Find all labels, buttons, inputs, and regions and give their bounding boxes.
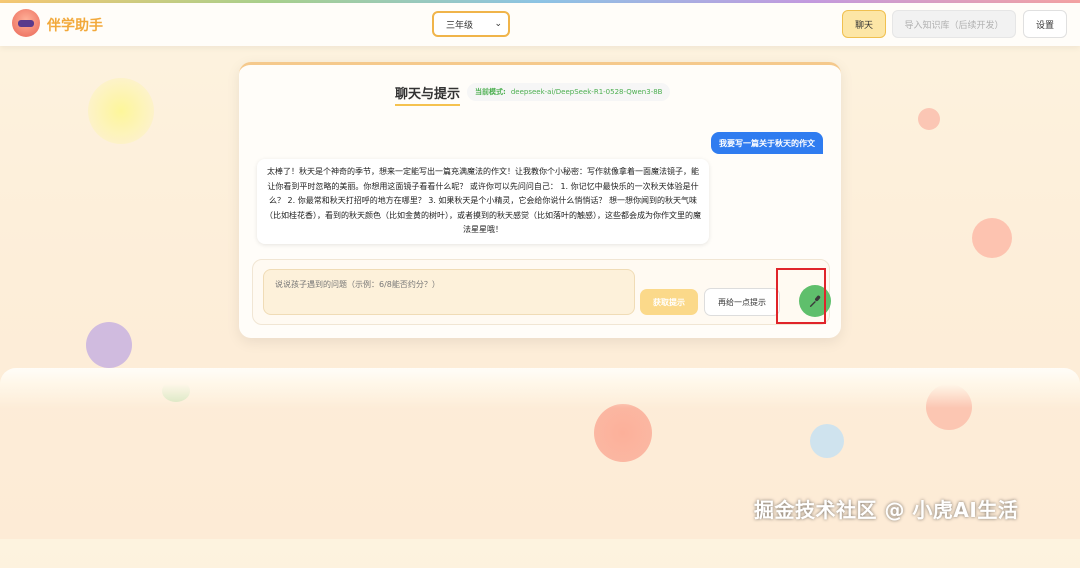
grade-select[interactable]: 三年级 ⌄	[432, 11, 510, 37]
assistant-message: 太棒了！秋天是个神奇的季节，想来一定能写出一篇充满魔法的作文！让我教你个小秘密：…	[257, 159, 709, 244]
model-label: 当前模式:	[475, 88, 506, 96]
lower-panel	[0, 368, 1080, 568]
settings-button[interactable]: 设置	[1023, 10, 1067, 38]
decor-bubble	[972, 218, 1012, 258]
grade-select-value: 三年级	[446, 20, 474, 31]
app-brand: 伴学助手	[47, 18, 103, 34]
input-bar: 说说孩子遇到的问题（示例：6/8能否约分？） 获取提示 再给一点提示	[252, 259, 831, 325]
question-input[interactable]: 说说孩子遇到的问题（示例：6/8能否约分？）	[263, 269, 635, 315]
user-message: 我要写一篇关于秋天的作文	[711, 132, 823, 154]
model-value: deepseek-ai/DeepSeek-R1-0528-Qwen3-8B	[510, 88, 663, 96]
robot-avatar-icon	[12, 9, 40, 37]
chat-card: 聊天与提示 当前模式: deepseek-ai/DeepSeek-R1-0528…	[239, 62, 841, 338]
decor-bubble	[918, 108, 940, 130]
model-indicator: 当前模式: deepseek-ai/DeepSeek-R1-0528-Qwen3…	[467, 83, 671, 101]
decor-bubble	[86, 322, 132, 368]
get-hint-button[interactable]: 获取提示	[640, 289, 698, 315]
more-hint-button[interactable]: 再给一点提示	[704, 288, 780, 316]
decor-bubble	[88, 78, 154, 144]
chevron-down-icon: ⌄	[494, 19, 502, 29]
highlight-box	[776, 268, 826, 324]
watermark: 掘金技术社区 @ 小虎AI生活	[754, 498, 1019, 522]
card-title: 聊天与提示	[395, 83, 461, 106]
header-bar: 伴学助手 三年级 ⌄ 聊天 导入知识库（后续开发） 设置	[0, 3, 1080, 46]
chat-button[interactable]: 聊天	[842, 10, 886, 38]
import-knowledge-button[interactable]: 导入知识库（后续开发）	[892, 10, 1016, 38]
